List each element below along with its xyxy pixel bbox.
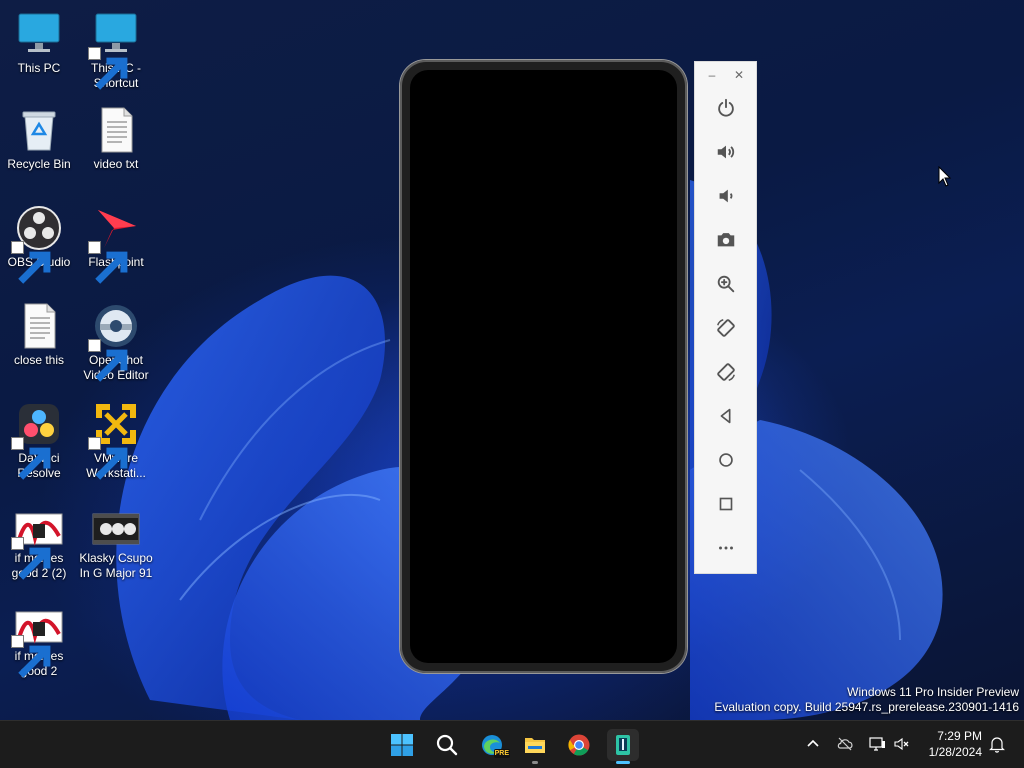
desktop-icon-label: close this bbox=[13, 353, 65, 367]
clock-time: 7:29 PM bbox=[937, 729, 982, 743]
zoom-icon bbox=[717, 275, 735, 293]
desktop-icon-label: Klasky Csupo In G Major 91 bbox=[79, 551, 153, 580]
recycle-bin-icon bbox=[22, 111, 56, 151]
desktop-icon-obs-studio[interactable]: OBS Studio bbox=[0, 204, 78, 284]
start-button[interactable] bbox=[386, 729, 418, 761]
video-thumbnail-icon bbox=[92, 513, 140, 545]
desktop-icon-label: This PC bbox=[17, 61, 61, 75]
network-icon bbox=[869, 737, 885, 751]
phone-frame bbox=[400, 60, 687, 673]
mouse-cursor-icon bbox=[938, 166, 952, 187]
shortcut-arrow-icon bbox=[11, 437, 51, 480]
power-icon bbox=[718, 98, 734, 117]
zoom-button[interactable] bbox=[710, 268, 742, 300]
home-icon bbox=[719, 453, 733, 467]
rotate-right-icon bbox=[717, 363, 735, 381]
desktop-icon-davinci-resolve[interactable]: DaVinci Resolve bbox=[0, 400, 78, 481]
shortcut-arrow-icon bbox=[11, 537, 51, 580]
phone-screen[interactable] bbox=[410, 70, 677, 663]
close-button[interactable]: ✕ bbox=[731, 68, 747, 82]
overview-icon bbox=[719, 497, 733, 511]
shortcut-arrow-icon bbox=[88, 47, 128, 90]
watermark-line-2: Evaluation copy. Build 25947.rs_prerelea… bbox=[714, 700, 1019, 714]
back-button[interactable] bbox=[710, 400, 742, 432]
overview-button[interactable] bbox=[710, 488, 742, 520]
cloud-off-icon bbox=[837, 737, 853, 751]
windows-logo-icon bbox=[391, 734, 413, 756]
volume-muted-icon bbox=[894, 737, 909, 751]
clock-date: 1/28/2024 bbox=[928, 745, 982, 759]
more-button[interactable] bbox=[710, 532, 742, 564]
desktop-icon-if-memes-good-2[interactable]: if memes good 2 bbox=[0, 608, 78, 679]
network-tray[interactable] bbox=[866, 733, 888, 755]
pre-badge: PRE bbox=[493, 749, 510, 758]
home-button[interactable] bbox=[710, 444, 742, 476]
running-indicator bbox=[616, 761, 630, 764]
desktop-icon-openshot[interactable]: OpenShot Video Editor bbox=[77, 302, 155, 383]
system-clock[interactable]: 7:29 PM 1/28/2024 bbox=[912, 728, 982, 760]
desktop-icon-this-pc[interactable]: This PC bbox=[0, 10, 78, 76]
phone-app-icon bbox=[616, 735, 630, 755]
volume-up-button[interactable] bbox=[710, 136, 742, 168]
more-icon bbox=[719, 546, 733, 550]
desktop-icon-klasky-csupo[interactable]: Klasky Csupo In G Major 91 bbox=[77, 510, 155, 581]
chevron-up-icon bbox=[807, 739, 819, 747]
shortcut-arrow-icon bbox=[88, 241, 128, 284]
volume-tray[interactable] bbox=[891, 733, 913, 755]
desktop-icon-video-txt[interactable]: video txt bbox=[77, 106, 155, 172]
rotate-right-button[interactable] bbox=[710, 356, 742, 388]
volume-up-icon bbox=[717, 145, 735, 159]
text-file-icon bbox=[101, 107, 133, 153]
shortcut-arrow-icon bbox=[11, 241, 51, 284]
desktop-icon-flashpoint[interactable]: Flashpoint bbox=[77, 204, 155, 284]
shortcut-arrow-icon bbox=[88, 339, 128, 382]
desktop-icon-this-pc-shortcut[interactable]: This PC - Shortcut bbox=[77, 10, 155, 91]
desktop-icon-if-memes-good-2-2[interactable]: if memes good 2 (2) bbox=[0, 510, 78, 581]
bell-icon bbox=[989, 737, 1005, 753]
volume-down-icon bbox=[719, 189, 733, 203]
text-file-icon bbox=[24, 303, 56, 349]
chrome-icon bbox=[568, 734, 590, 756]
watermark-line-1: Windows 11 Pro Insider Preview bbox=[847, 685, 1019, 699]
emulator-toolbar: – ✕ bbox=[694, 61, 757, 574]
rotate-left-button[interactable] bbox=[710, 312, 742, 344]
taskbar-phone-emulator[interactable] bbox=[607, 729, 639, 764]
rotate-left-icon bbox=[717, 319, 735, 337]
taskbar-chrome[interactable] bbox=[563, 729, 595, 761]
notifications-button[interactable] bbox=[986, 733, 1008, 755]
desktop-icon-close-this[interactable]: close this bbox=[0, 302, 78, 368]
taskbar-file-explorer[interactable] bbox=[519, 729, 551, 764]
running-indicator bbox=[532, 761, 538, 764]
shortcut-arrow-icon bbox=[88, 437, 128, 480]
shortcut-arrow-icon bbox=[11, 635, 51, 678]
volume-down-button[interactable] bbox=[710, 180, 742, 212]
screenshot-button[interactable] bbox=[710, 224, 742, 256]
monitor-icon bbox=[18, 13, 60, 52]
desktop-icon-label: video txt bbox=[93, 157, 139, 171]
taskbar: PRE 7:29 PM 1/28/2024 bbox=[0, 720, 1024, 768]
back-icon bbox=[720, 408, 731, 424]
desktop[interactable]: This PC This PC - Shortcut Recycle Bin v… bbox=[0, 0, 1024, 720]
desktop-icon-recycle-bin[interactable]: Recycle Bin bbox=[0, 106, 78, 172]
minimize-button[interactable]: – bbox=[704, 68, 720, 82]
folder-icon bbox=[525, 738, 545, 753]
search-button[interactable] bbox=[431, 729, 463, 761]
show-hidden-icons-button[interactable] bbox=[802, 733, 824, 755]
camera-icon bbox=[717, 233, 735, 247]
onedrive-tray[interactable] bbox=[834, 733, 856, 755]
desktop-icon-label: Recycle Bin bbox=[7, 157, 71, 171]
desktop-icon-vmware[interactable]: VMware Workstati... bbox=[77, 400, 155, 481]
search-icon bbox=[436, 734, 458, 756]
power-button[interactable] bbox=[710, 92, 742, 124]
taskbar-edge-beta[interactable]: PRE bbox=[476, 729, 510, 761]
evaluation-watermark: Windows 11 Pro Insider Preview Evaluatio… bbox=[714, 685, 1019, 715]
